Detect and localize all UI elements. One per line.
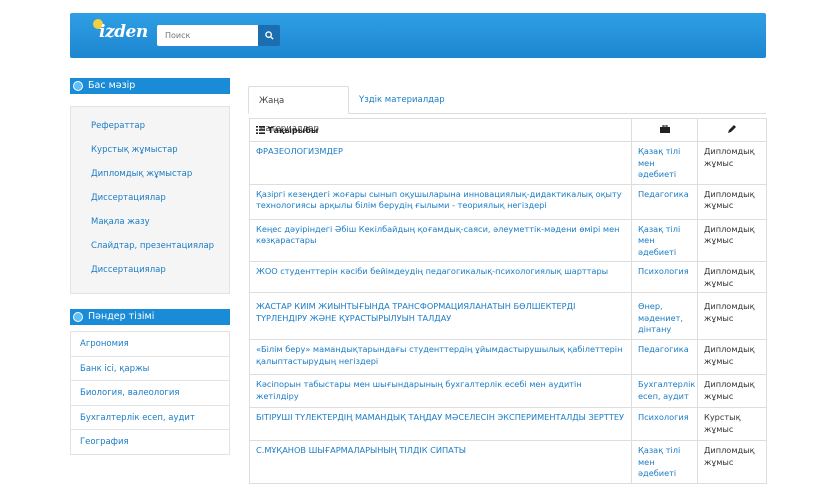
subject-item[interactable]: География [71,429,229,454]
izden-logo[interactable]: izden [89,19,149,51]
table-row: ЖОО студенттерін кәсіби бейімдеудің педа… [249,261,767,293]
table-header-row: Тақырыбы [249,118,767,142]
material-type: Курстық жұмыс [697,407,767,441]
material-title-link[interactable]: ФРАЗЕОЛОГИЗМДЕР [249,141,632,185]
material-title-link[interactable]: ЖОО студенттерін кәсіби бейімдеудің педа… [249,261,632,293]
menu-item-referats[interactable]: Рефераттар [91,121,145,131]
list-icon [256,125,265,134]
material-subject-link[interactable]: Бухгалтерлік есеп, аудит [631,374,698,408]
material-type: Дипломдық жұмыс [697,183,767,220]
material-subject-link[interactable]: Психология [631,261,698,293]
material-title-link[interactable]: С.МҰҚАНОВ ШЫҒАРМАЛАРЫНЫҢ ТІЛДІК СИПАТЫ [249,440,632,484]
table-row: «Білім беру» мамандықтарындағы студентте… [249,339,767,375]
table-row: Кәсіпорын табыстары мен шығындарының бух… [249,374,767,408]
menu-item-slides[interactable]: Слайдтар, презентациялар [91,241,214,251]
table-row: ЖАСТАР КИІМ ЖИЫНТЫҒЫНДА ТРАНСФОРМАЦИЯЛАН… [249,292,767,340]
material-type: Дипломдық жұмыс [697,261,767,293]
material-type: Дипломдық жұмыс [697,292,767,340]
materials-table: Тақырыбы ФРАЗЕОЛОГИЗМДЕР Қазақ тілі мен … [249,118,767,484]
tab-new-materials[interactable]: Жаңа материалдар [248,86,349,134]
briefcase-icon [659,124,670,133]
material-subject-link[interactable]: Педагогика [631,183,698,220]
menu-item-course-works[interactable]: Курстық жұмыстар [91,145,178,155]
material-type: Дипломдық жұмыс [697,339,767,375]
material-title-link[interactable]: Кеңес дәуіріндегі Әбіш Кекілбайдың қоғам… [249,218,632,262]
table-row: ФРАЗЕОЛОГИЗМДЕР Қазақ тілі мен әдебиеті … [249,141,767,185]
subject-item[interactable]: Агрономия [71,331,229,356]
search-button[interactable] [258,25,280,46]
material-subject-link[interactable]: Қазақ тілі мен әдебиеті [631,218,698,262]
subject-item[interactable]: Банк ісі, қаржы [71,355,229,381]
subjects-title: Пәндер тізімі [88,311,155,322]
material-title-link[interactable]: Кәсіпорын табыстары мен шығындарының бух… [249,374,632,408]
top-header: izden [70,13,766,58]
material-subject-link[interactable]: Психология [631,407,698,441]
column-title-label: Тақырыбы [267,124,319,135]
tab-best-materials[interactable]: Үздік материалдар [349,86,455,114]
pencil-icon [727,125,736,134]
material-subject-link[interactable]: Қазақ тілі мен әдебиеті [631,440,698,484]
material-type: Дипломдық жұмыс [697,218,767,262]
material-subject-link[interactable]: Педагогика [631,339,698,375]
menu-bullet-icon [73,312,83,322]
menu-item-article-writing[interactable]: Мақала жазу [91,217,150,227]
table-row: Кеңес дәуіріндегі Әбіш Кекілбайдың қоғам… [249,218,767,262]
main-menu-header: Бас мәзір [70,78,230,94]
table-row: Қазіргі кезеңдегі жоғары сынып оқушылары… [249,183,767,220]
table-row: БІТІРУШІ ТҮЛЕКТЕРДІҢ МАМАНДЫҚ ТАҢДАУ МӘС… [249,407,767,441]
material-title-link[interactable]: БІТІРУШІ ТҮЛЕКТЕРДІҢ МАМАНДЫҚ ТАҢДАУ МӘС… [249,407,632,441]
material-title-link[interactable]: ЖАСТАР КИІМ ЖИЫНТЫҒЫНДА ТРАНСФОРМАЦИЯЛАН… [249,292,632,340]
material-title-link[interactable]: Қазіргі кезеңдегі жоғары сынып оқушылары… [249,183,632,220]
subjects-header: Пәндер тізімі [70,309,230,325]
menu-bullet-icon [73,81,83,91]
material-type: Дипломдық жұмыс [697,141,767,185]
column-header-subject [631,118,698,142]
column-header-type [697,118,767,142]
subject-item[interactable]: Биология, валеология [71,380,229,405]
subject-item[interactable]: Бухгалтерлік есеп, аудит [71,404,229,430]
menu-item-dissertations-2[interactable]: Диссертациялар [91,265,166,275]
material-subject-link[interactable]: Өнер, мәдениет, дінтану [631,292,698,340]
menu-item-diploma-works[interactable]: Дипломдық жұмыстар [91,169,192,179]
logo-text: izden [99,22,148,42]
table-row: С.МҰҚАНОВ ШЫҒАРМАЛАРЫНЫҢ ТІЛДІК СИПАТЫ Қ… [249,440,767,484]
column-header-title: Тақырыбы [249,118,632,142]
main-menu-title: Бас мәзір [88,80,136,91]
subjects-list: Агрономия Банк ісі, қаржы Биология, вале… [70,331,230,455]
material-type: Дипломдық жұмыс [697,374,767,408]
material-subject-link[interactable]: Қазақ тілі мен әдебиеті [631,141,698,185]
main-menu: Рефераттар Курстық жұмыстар Дипломдық жұ… [70,106,230,294]
material-title-link[interactable]: «Білім беру» мамандықтарындағы студентте… [249,339,632,375]
menu-item-dissertations[interactable]: Диссертациялар [91,193,166,203]
search-input[interactable] [157,25,258,46]
material-type: Дипломдық жұмыс [697,440,767,484]
magnifier-icon [264,31,274,40]
